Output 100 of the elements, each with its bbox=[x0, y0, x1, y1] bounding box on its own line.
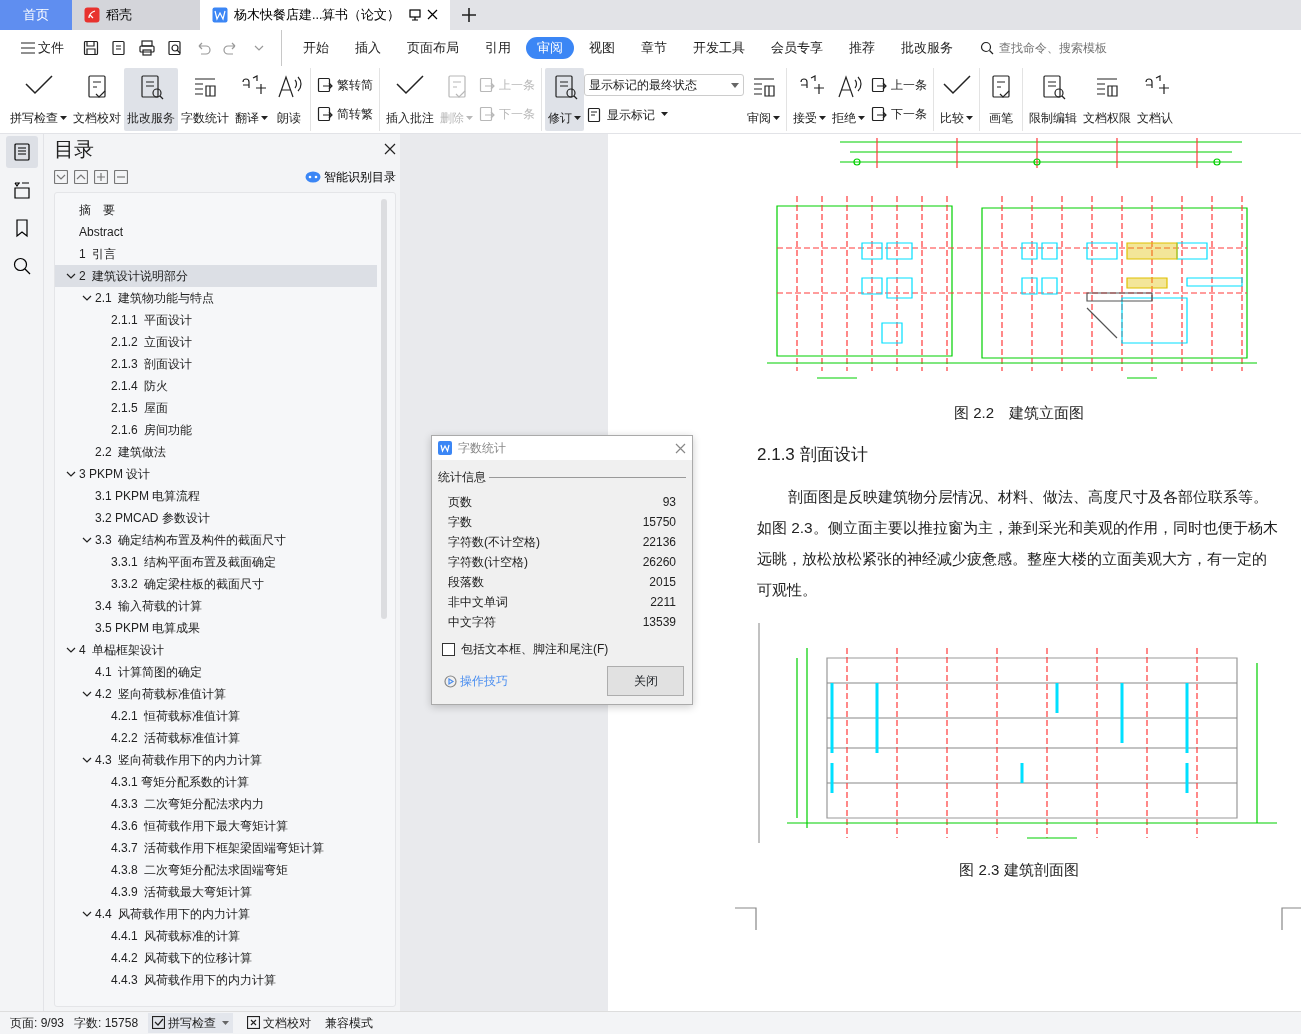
ribbon-button[interactable]: 插入批注 bbox=[383, 68, 437, 131]
outline-item[interactable]: 2.1.3 剖面设计 bbox=[55, 353, 377, 375]
outline-item[interactable]: 3.3 确定结构布置及构件的截面尺寸 bbox=[55, 529, 377, 551]
ribbon-button[interactable]: 文档权限 bbox=[1080, 68, 1134, 131]
outline-item[interactable]: 3 PKPM 设计 bbox=[55, 463, 377, 485]
ribbon-button[interactable]: 字数统计 bbox=[178, 68, 232, 131]
document-tab[interactable]: 杨木快餐店建...算书（论文） bbox=[200, 0, 450, 30]
smart-toc-button[interactable]: 智能识别目录 bbox=[305, 168, 396, 186]
ribbon-button[interactable]: 比较 bbox=[937, 68, 976, 131]
markup-dropdown[interactable]: 显示标记的最终状态 bbox=[584, 74, 744, 97]
minus-icon[interactable] bbox=[114, 170, 128, 184]
outline-item[interactable]: 摘 要 bbox=[55, 199, 377, 221]
outline-item[interactable]: 4.3.7 活荷载作用下框架梁固端弯矩计算 bbox=[55, 837, 377, 859]
stat-value: 2015 bbox=[649, 574, 676, 591]
ribbon-button[interactable]: 接受 bbox=[790, 68, 829, 131]
ribbon-button[interactable]: 拒绝 bbox=[829, 68, 868, 131]
monitor-icon[interactable] bbox=[409, 9, 421, 21]
outline-item[interactable]: 1 引言 bbox=[55, 243, 377, 265]
ribbon-button[interactable]: 审阅 bbox=[744, 68, 783, 131]
document-x-icon bbox=[247, 1016, 261, 1029]
ribbon-button[interactable]: 简转繁 bbox=[314, 104, 376, 125]
include-checkbox[interactable] bbox=[442, 642, 455, 656]
outline-item[interactable]: 4.1 计算简图的确定 bbox=[55, 661, 377, 683]
save-icon[interactable] bbox=[83, 40, 99, 56]
ribbon-button[interactable]: 朗读 bbox=[271, 68, 307, 131]
outline-item[interactable]: 4.2 竖向荷载标准值计算 bbox=[55, 683, 377, 705]
ribbon-tab[interactable]: 开发工具 bbox=[682, 36, 756, 60]
outline-item[interactable]: 2.2 建筑做法 bbox=[55, 441, 377, 463]
scrollbar[interactable] bbox=[381, 199, 387, 619]
ribbon-tab[interactable]: 视图 bbox=[578, 36, 626, 60]
document-tab[interactable]: 稻壳 bbox=[72, 0, 200, 30]
ribbon-tab[interactable]: 章节 bbox=[630, 36, 678, 60]
outline-item[interactable]: 4.2.1 恒荷载标准值计算 bbox=[55, 705, 377, 727]
chevron-down-icon bbox=[66, 647, 76, 653]
close-icon[interactable] bbox=[384, 143, 396, 155]
ribbon-tab[interactable]: 推荐 bbox=[838, 36, 886, 60]
outline-item[interactable]: 4.4.3 风荷载作用下的内力计算 bbox=[55, 969, 377, 991]
chevron-down-icon bbox=[66, 471, 76, 477]
ribbon-button[interactable]: 拼写检查 bbox=[7, 68, 70, 131]
proofread-button[interactable]: 文档校对 bbox=[243, 1012, 316, 1033]
document-icon[interactable] bbox=[111, 40, 127, 56]
ribbon-button[interactable]: 繁转简 bbox=[314, 74, 376, 95]
ribbon-tab[interactable]: 开始 bbox=[292, 36, 340, 60]
outline-item[interactable]: 4.4 风荷载作用下的内力计算 bbox=[55, 903, 377, 925]
add-tab-icon[interactable] bbox=[462, 8, 476, 22]
outline-item[interactable]: 2.1.1 平面设计 bbox=[55, 309, 377, 331]
chevron-down-icon bbox=[82, 911, 92, 917]
file-menu[interactable]: 文件 bbox=[10, 36, 75, 60]
outline-item[interactable]: 4.3.9 活荷载最大弯矩计算 bbox=[55, 881, 377, 903]
outline-item[interactable]: 4.4.2 风荷载下的位移计算 bbox=[55, 947, 377, 969]
outline-item[interactable]: 4.3.6 恒荷载作用下最大弯矩计算 bbox=[55, 815, 377, 837]
outline-item[interactable]: 3.4 输入荷载的计算 bbox=[55, 595, 377, 617]
print-icon[interactable] bbox=[139, 40, 155, 56]
ribbon-button[interactable]: 显示标记 bbox=[584, 104, 744, 125]
outline-item[interactable]: 4.3.3 二次弯矩分配法求内力 bbox=[55, 793, 377, 815]
ribbon-tab[interactable]: 页面布局 bbox=[396, 36, 470, 60]
outline-item[interactable]: 4 单榀框架设计 bbox=[55, 639, 377, 661]
ribbon-button[interactable]: 文档校对 bbox=[70, 68, 124, 131]
menu-icon bbox=[21, 42, 35, 54]
ribbon-button[interactable]: 修订 bbox=[545, 68, 584, 131]
ribbon-tab[interactable]: 插入 bbox=[344, 36, 392, 60]
sidebar-tab[interactable] bbox=[5, 136, 38, 168]
ribbon-tab[interactable]: 引用 bbox=[474, 36, 522, 60]
plus-icon[interactable] bbox=[94, 170, 108, 184]
outline-item[interactable]: 4.2.2 活荷载标准值计算 bbox=[55, 727, 377, 749]
collapse-icon[interactable] bbox=[74, 170, 88, 184]
outline-item[interactable]: 4.4.1 风荷载标准的计算 bbox=[55, 925, 377, 947]
outline-item[interactable]: 3.2 PMCAD 参数设计 bbox=[55, 507, 377, 529]
ribbon-tab[interactable]: 会员专享 bbox=[760, 36, 834, 60]
ribbon-button[interactable]: 限制编辑 bbox=[1026, 68, 1080, 131]
outline-item[interactable]: 3.3.1 结构平面布置及截面确定 bbox=[55, 551, 377, 573]
ribbon-button[interactable]: 下一条 bbox=[868, 104, 930, 125]
outline-item[interactable]: 2.1.6 房间功能 bbox=[55, 419, 377, 441]
outline-item[interactable]: 4.3 竖向荷载作用下的内力计算 bbox=[55, 749, 377, 771]
outline-item[interactable]: 2.1.4 防火 bbox=[55, 375, 377, 397]
outline-item[interactable]: 2.1.2 立面设计 bbox=[55, 331, 377, 353]
outline-item[interactable]: 4.3.1 弯矩分配系数的计算 bbox=[55, 771, 377, 793]
ribbon-tab[interactable]: 审阅 bbox=[526, 36, 574, 60]
close-icon[interactable] bbox=[427, 9, 438, 20]
ribbon-button[interactable]: 翻译 bbox=[232, 68, 271, 131]
panel-title: 目录 bbox=[54, 137, 94, 161]
outline-item[interactable]: 2.1 建筑物功能与特点 bbox=[55, 287, 377, 309]
preview-icon[interactable] bbox=[167, 40, 183, 56]
search-field[interactable]: 查找命令、搜索模板 bbox=[997, 38, 1137, 58]
ribbon-tab[interactable]: 批改服务 bbox=[890, 36, 964, 60]
outline-item[interactable]: 2.1.5 屋面 bbox=[55, 397, 377, 419]
outline-item[interactable]: Abstract bbox=[55, 221, 377, 243]
ribbon-button[interactable]: 批改服务 bbox=[124, 68, 178, 131]
outline-item[interactable]: 3.5 PKPM 电算成果 bbox=[55, 617, 377, 639]
caret-icon bbox=[222, 1020, 230, 1025]
outline-item[interactable]: 3.3.2 确定梁柱板的截面尺寸 bbox=[55, 573, 377, 595]
outline-item[interactable]: 2 建筑设计说明部分 bbox=[55, 265, 377, 287]
spell-check-button[interactable]: 拼写检查 bbox=[148, 1012, 234, 1033]
ribbon-button[interactable]: 上一条 bbox=[868, 74, 930, 95]
outline-item[interactable]: 4.3.8 二次弯矩分配法求固端弯矩 bbox=[55, 859, 377, 881]
ribbon-button[interactable]: 文档认 bbox=[1134, 68, 1176, 131]
ribbon-button[interactable]: 画笔 bbox=[983, 68, 1019, 131]
expand-icon[interactable] bbox=[54, 170, 68, 184]
close-button[interactable]: 关闭 bbox=[607, 666, 684, 696]
outline-item[interactable]: 3.1 PKPM 电算流程 bbox=[55, 485, 377, 507]
